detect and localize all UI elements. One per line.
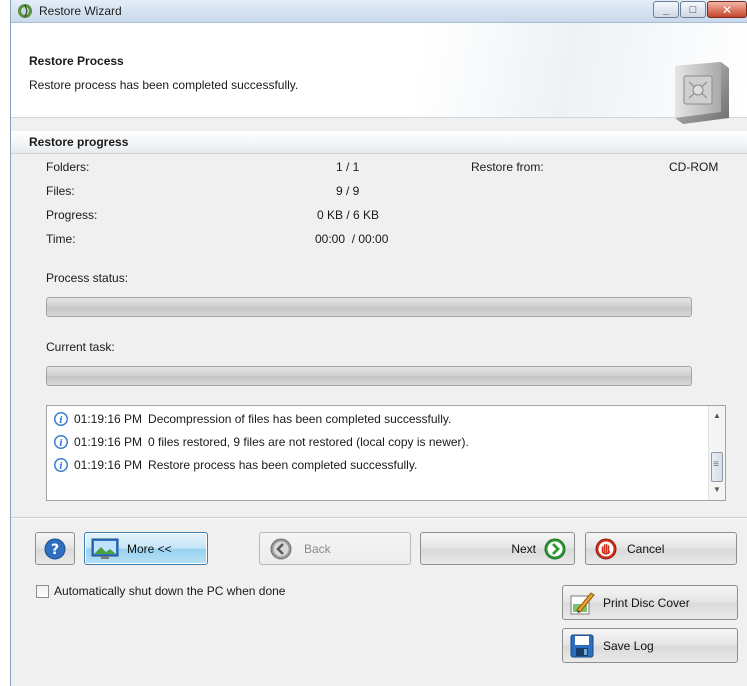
- auto-shutdown-checkbox[interactable]: [36, 585, 49, 598]
- log-entry: i 01:19:16 PM Restore process has been c…: [53, 455, 417, 475]
- restore-from-value: CD-ROM: [669, 160, 719, 174]
- info-icon: i: [54, 412, 68, 426]
- next-button-label: Next: [511, 541, 536, 556]
- more-button-label: More <<: [127, 541, 172, 556]
- info-icon: i: [54, 458, 68, 472]
- progress-value: 0 KB / 6 KB: [317, 208, 380, 222]
- print-disc-cover-label: Print Disc Cover: [603, 595, 690, 610]
- scroll-thumb[interactable]: [711, 452, 723, 482]
- wizard-header: Restore Process Restore process has been…: [11, 23, 747, 124]
- floppy-disk-icon: [570, 634, 594, 657]
- picture-monitor-icon: [91, 538, 119, 559]
- maximize-icon: □: [689, 3, 697, 16]
- minimize-icon: _: [662, 3, 670, 16]
- restore-progress-header: Restore progress: [11, 131, 747, 154]
- help-icon: ?: [44, 538, 66, 559]
- log-message: 0 files restored, 9 files are not restor…: [148, 435, 469, 449]
- app-icon: [18, 4, 32, 18]
- process-status-label: Process status:: [46, 271, 129, 285]
- more-button[interactable]: More <<: [84, 532, 208, 565]
- current-task-bar: [46, 366, 692, 386]
- svg-text:i: i: [59, 416, 63, 426]
- minimize-button[interactable]: _: [653, 1, 679, 18]
- stop-hand-icon: [595, 538, 617, 559]
- log-entry: i 01:19:16 PM 0 files restored, 9 files …: [53, 432, 469, 452]
- progress-label: Progress:: [46, 208, 98, 222]
- svg-text:i: i: [59, 439, 63, 449]
- restore-from-label: Restore from:: [471, 160, 544, 174]
- log-scrollbar[interactable]: ▲ ▼: [708, 406, 725, 500]
- log-time: 01:19:16 PM: [74, 435, 143, 449]
- back-button[interactable]: Back: [259, 532, 411, 565]
- window-title: Restore Wizard: [39, 4, 122, 18]
- print-disc-cover-icon: [570, 591, 595, 614]
- svg-text:?: ?: [51, 542, 59, 558]
- cancel-button[interactable]: Cancel: [585, 532, 737, 565]
- folders-label: Folders:: [46, 160, 90, 174]
- log-message: Decompression of files has been complete…: [148, 412, 452, 426]
- time-value: 00:00 / 00:00: [315, 232, 389, 246]
- auto-shutdown-label[interactable]: Automatically shut down the PC when done: [54, 584, 285, 598]
- files-value: 9 / 9: [336, 184, 360, 198]
- close-button[interactable]: ✕: [707, 1, 747, 18]
- cancel-button-label: Cancel: [627, 541, 665, 556]
- maximize-button[interactable]: □: [680, 1, 706, 18]
- log-time: 01:19:16 PM: [74, 412, 143, 426]
- footer-divider: [11, 517, 747, 519]
- log-message: Restore process has been completed succe…: [148, 458, 418, 472]
- header-title: Restore Process: [29, 54, 124, 68]
- files-label: Files:: [46, 184, 75, 198]
- save-log-label: Save Log: [603, 638, 654, 653]
- log-list[interactable]: i 01:19:16 PM Decompression of files has…: [46, 405, 726, 501]
- log-time: 01:19:16 PM: [74, 458, 143, 472]
- print-disc-cover-button[interactable]: Print Disc Cover: [562, 585, 738, 620]
- safe-icon: [675, 62, 729, 124]
- log-entry: i 01:19:16 PM Decompression of files has…: [53, 409, 451, 429]
- section-title: Restore progress: [29, 135, 129, 149]
- save-log-button[interactable]: Save Log: [562, 628, 738, 663]
- window-controls: _ □ ✕: [652, 1, 747, 20]
- restore-wizard-window: Restore Wizard _ □ ✕ Restore Process Res…: [10, 0, 747, 686]
- next-arrow-icon: [544, 538, 566, 559]
- next-button[interactable]: Next: [420, 532, 575, 565]
- svg-text:i: i: [59, 462, 63, 472]
- process-status-bar: [46, 297, 692, 317]
- header-subtitle: Restore process has been completed succe…: [29, 78, 299, 92]
- info-icon: i: [54, 435, 68, 449]
- title-bar[interactable]: Restore Wizard _ □ ✕: [11, 0, 747, 23]
- close-icon: ✕: [721, 2, 733, 17]
- time-label: Time:: [46, 232, 76, 246]
- help-button[interactable]: ?: [35, 532, 75, 565]
- back-arrow-icon: [270, 538, 292, 559]
- scroll-down-arrow-icon[interactable]: ▼: [709, 482, 725, 498]
- folders-value: 1 / 1: [336, 160, 360, 174]
- scroll-up-arrow-icon[interactable]: ▲: [709, 408, 725, 424]
- back-button-label: Back: [304, 541, 331, 556]
- current-task-label: Current task:: [46, 340, 115, 354]
